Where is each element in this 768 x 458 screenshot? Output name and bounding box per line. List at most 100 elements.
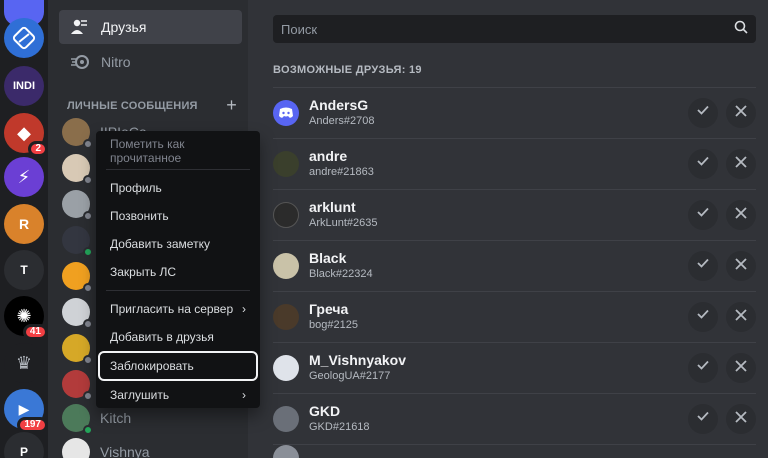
- server-rail: INDI ◆ 2 ⚡ R T ✺ 41 ♛ ▶ 197 P: [0, 0, 48, 458]
- chevron-right-icon: ›: [242, 302, 246, 316]
- menu-call-label: Позвонить: [110, 209, 169, 223]
- search-icon[interactable]: [734, 20, 748, 39]
- accept-button[interactable]: [688, 199, 718, 230]
- server-letter: P: [19, 445, 28, 458]
- server-icon-3[interactable]: ◆ 2: [4, 113, 48, 157]
- search-bar: [273, 15, 756, 43]
- accept-button[interactable]: [688, 250, 718, 281]
- nav-friends-label: Друзья: [101, 19, 147, 35]
- menu-add-friend[interactable]: Добавить в друзья: [102, 323, 254, 351]
- hamster-icon: R: [18, 216, 30, 232]
- friend-name: arklunt: [309, 198, 356, 215]
- server-icon-p[interactable]: P: [4, 432, 44, 458]
- play-icon: ▶: [18, 400, 30, 417]
- server-icon-7[interactable]: ✺ 41: [4, 296, 48, 340]
- server-icon-t[interactable]: T: [4, 250, 44, 290]
- menu-invite-to-server[interactable]: Пригласить на сервер ›: [102, 295, 254, 323]
- close-icon: [735, 155, 747, 173]
- friend-tag: GeologUA#2177: [309, 369, 391, 382]
- close-icon: [735, 410, 747, 428]
- menu-block[interactable]: Заблокировать: [98, 351, 258, 381]
- server-icon-8[interactable]: ♛: [4, 343, 44, 383]
- menu-mark-read[interactable]: Пометить как прочитанное: [102, 137, 254, 165]
- friend-row[interactable]: AndersG Anders#2708: [273, 87, 756, 137]
- avatar: [273, 150, 299, 177]
- friend-row[interactable]: arklunt ArkLunt#2635: [273, 189, 756, 239]
- server-icon-9[interactable]: ▶ 197: [4, 389, 48, 433]
- menu-block-label: Заблокировать: [110, 359, 194, 373]
- close-icon: [735, 308, 747, 326]
- friend-row[interactable]: andre andre#21863: [273, 138, 756, 188]
- ignore-button[interactable]: [726, 301, 756, 332]
- ignore-button[interactable]: [726, 97, 756, 128]
- nav-friends[interactable]: Друзья: [59, 10, 242, 44]
- friend-row[interactable]: Греча bog#2125: [273, 291, 756, 341]
- avatar: [62, 370, 93, 401]
- accept-button[interactable]: [688, 403, 718, 434]
- avatar: [273, 252, 299, 279]
- menu-profile[interactable]: Профиль: [102, 174, 254, 202]
- ignore-button[interactable]: [726, 148, 756, 179]
- friend-tag: Black#22324: [309, 267, 373, 280]
- check-icon: [696, 256, 710, 275]
- dm-item[interactable]: Vishnya: [62, 432, 242, 458]
- ignore-button[interactable]: [726, 352, 756, 383]
- server-icon-4[interactable]: ⚡: [4, 157, 44, 197]
- friend-name: GKD: [309, 402, 341, 419]
- close-icon: [735, 359, 747, 377]
- fox-icon: ◆: [17, 122, 31, 143]
- avatar: [62, 334, 93, 365]
- nav-nitro[interactable]: Nitro: [59, 45, 242, 79]
- friends-icon: [69, 16, 91, 38]
- nitro-icon: [69, 51, 91, 73]
- check-icon: [696, 205, 710, 224]
- avatar: [273, 444, 299, 458]
- menu-divider: [106, 169, 250, 170]
- close-icon: [735, 257, 747, 275]
- mention-badge: 197: [17, 417, 48, 433]
- friend-row[interactable]: Black Black#22324: [273, 240, 756, 290]
- check-icon: [696, 358, 710, 377]
- menu-mark-read-label: Пометить как прочитанное: [110, 137, 185, 165]
- ignore-button[interactable]: [726, 199, 756, 230]
- avatar: [62, 404, 93, 435]
- friend-row[interactable]: M_Vishnyakov GeologUA#2177: [273, 342, 756, 392]
- search-input[interactable]: [281, 21, 734, 37]
- ignore-button[interactable]: [726, 403, 756, 434]
- menu-profile-label: Профиль: [110, 181, 162, 195]
- menu-add-note[interactable]: Добавить заметку: [102, 230, 254, 258]
- friend-name: M_Vishnyakov: [309, 351, 407, 368]
- friend-name: AndersG: [309, 96, 369, 113]
- menu-call[interactable]: Позвонить: [102, 202, 254, 230]
- avatar: [62, 226, 93, 257]
- avatar: [62, 154, 93, 185]
- server-logo-icon: [12, 26, 36, 50]
- menu-mute-label: Заглушить: [110, 388, 170, 402]
- accept-button[interactable]: [688, 97, 718, 128]
- check-icon: [696, 409, 710, 428]
- friend-name: Греча: [309, 300, 349, 317]
- friend-tag: andre#21863: [309, 165, 374, 178]
- main-panel: ВОЗМОЖНЫЕ ДРУЗЬЯ: 19 AndersG Anders#2708…: [248, 0, 768, 458]
- lightning-icon: ⚡: [17, 166, 31, 187]
- server-icon-5[interactable]: R: [4, 204, 44, 244]
- accept-button[interactable]: [688, 301, 718, 332]
- nav-nitro-label: Nitro: [101, 54, 131, 70]
- check-icon: [696, 307, 710, 326]
- avatar: [273, 99, 299, 126]
- friend-name: Black: [309, 249, 347, 266]
- accept-button[interactable]: [688, 352, 718, 383]
- context-menu: Пометить как прочитанное Профиль Позвони…: [96, 131, 260, 408]
- server-icon-1[interactable]: [4, 18, 44, 58]
- menu-mute[interactable]: Заглушить ›: [102, 381, 254, 409]
- menu-close-dm-label: Закрыть ЛС: [110, 265, 177, 279]
- friend-row[interactable]: GKD GKD#21618: [273, 393, 756, 443]
- section-title: ВОЗМОЖНЫЕ ДРУЗЬЯ: 19: [273, 64, 422, 76]
- avatar: [273, 201, 299, 228]
- accept-button[interactable]: [688, 148, 718, 179]
- menu-close-dm[interactable]: Закрыть ЛС: [102, 258, 254, 286]
- avatar: [62, 262, 93, 293]
- friend-row-partial[interactable]: [273, 444, 756, 458]
- ignore-button[interactable]: [726, 250, 756, 281]
- server-icon-indi[interactable]: INDI: [4, 66, 44, 106]
